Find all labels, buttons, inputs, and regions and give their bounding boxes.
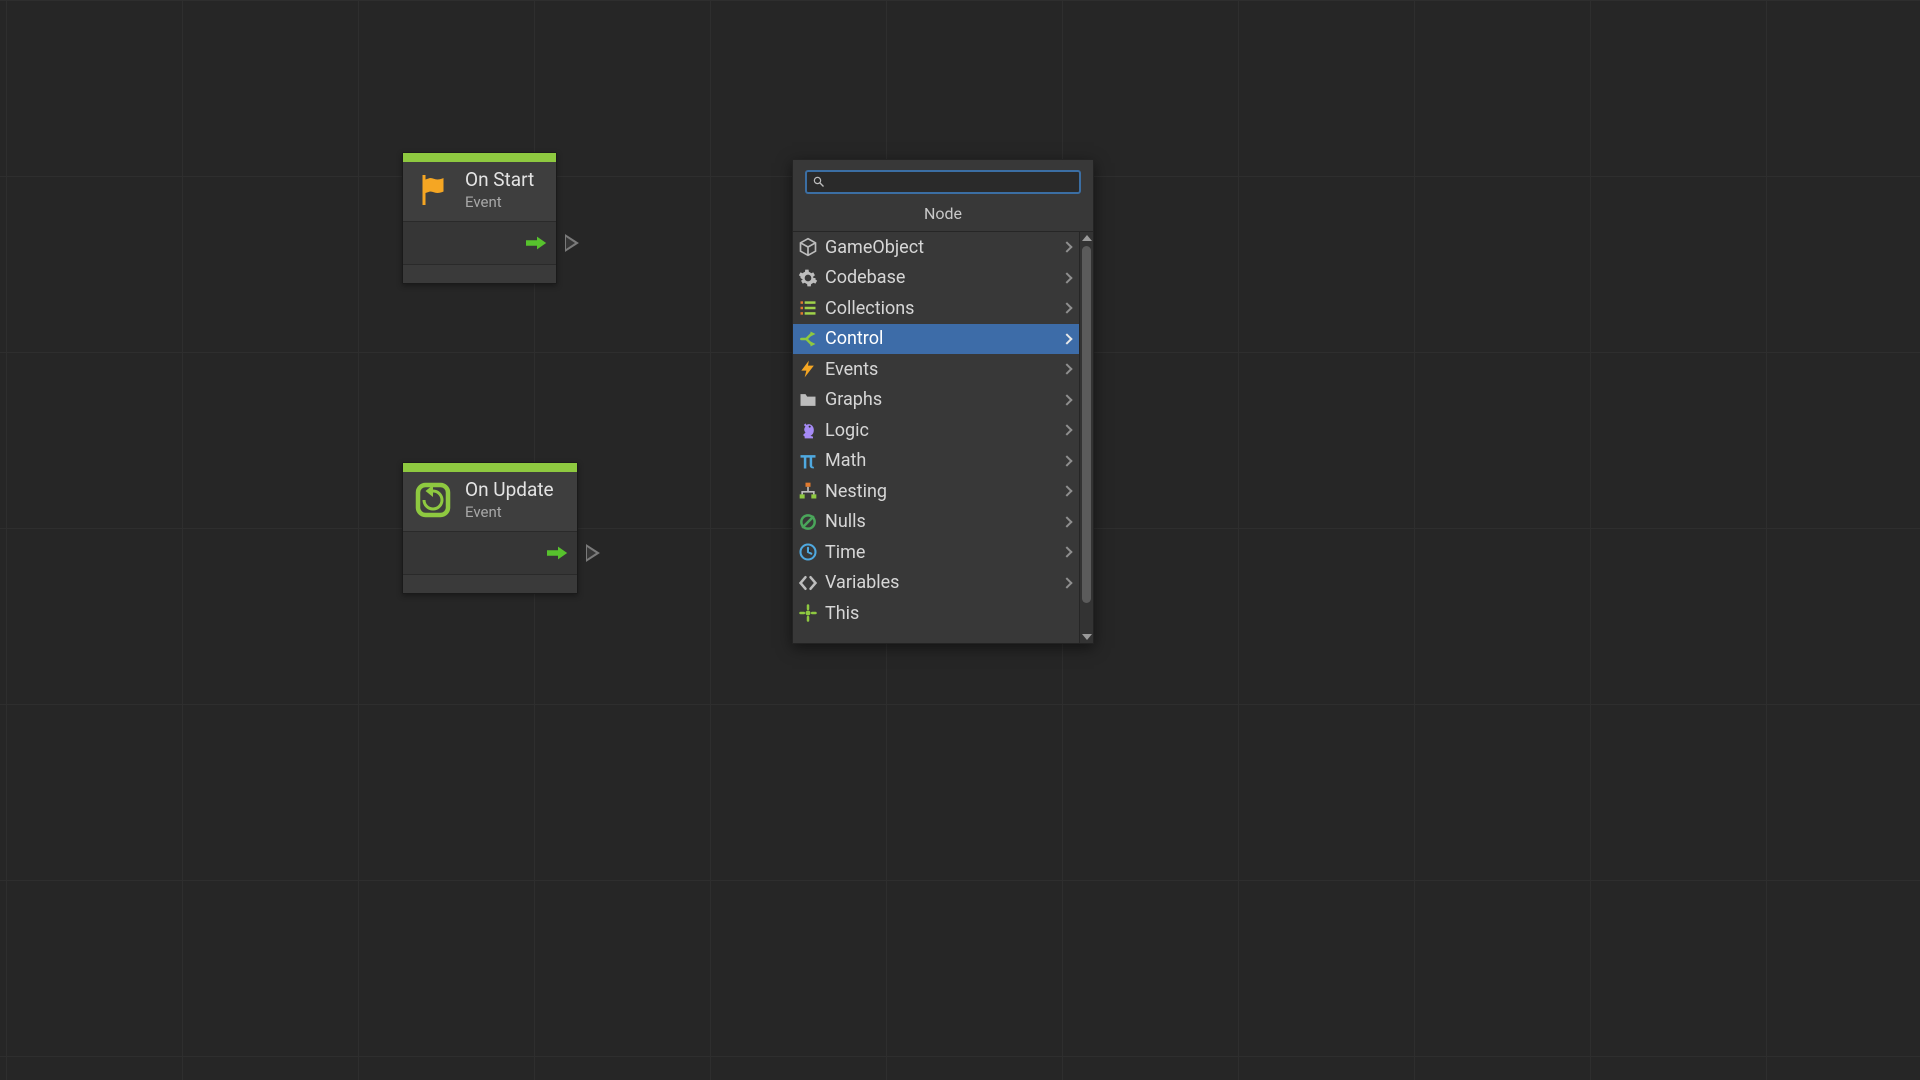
angle-brackets-icon bbox=[797, 572, 819, 594]
node-category-label: Math bbox=[825, 450, 1057, 471]
chevron-right-icon bbox=[1061, 242, 1072, 253]
graph-node-on-start[interactable]: On Start Event bbox=[402, 152, 557, 284]
node-category-label: Nulls bbox=[825, 511, 1057, 532]
node-search-scrollbar[interactable] bbox=[1079, 232, 1093, 643]
chevron-right-icon bbox=[1061, 516, 1072, 527]
chevron-right-icon bbox=[1061, 303, 1072, 314]
flag-icon bbox=[413, 170, 453, 210]
node-accent-bar bbox=[403, 463, 577, 472]
chevron-right-icon bbox=[1061, 425, 1072, 436]
node-header[interactable]: On Update Event bbox=[403, 472, 577, 532]
chevron-right-icon bbox=[1061, 486, 1072, 497]
node-category-nulls[interactable]: Nulls bbox=[793, 507, 1079, 538]
node-footer bbox=[403, 575, 577, 593]
search-icon bbox=[813, 173, 825, 192]
node-category-label: GameObject bbox=[825, 237, 1057, 258]
node-category-label: Logic bbox=[825, 420, 1057, 441]
scroll-thumb[interactable] bbox=[1082, 246, 1091, 603]
node-category-codebase[interactable]: Codebase bbox=[793, 263, 1079, 294]
node-subtitle: Event bbox=[465, 503, 554, 521]
list-icon bbox=[797, 297, 819, 319]
node-category-label: Events bbox=[825, 359, 1057, 380]
node-category-logic[interactable]: Logic bbox=[793, 415, 1079, 446]
chevron-right-icon bbox=[1061, 333, 1072, 344]
flow-out-arrow-icon bbox=[547, 546, 569, 560]
chevron-right-icon bbox=[1061, 547, 1072, 558]
node-accent-bar bbox=[403, 153, 556, 162]
node-category-label: Graphs bbox=[825, 389, 1057, 410]
node-category-label: Time bbox=[825, 542, 1057, 563]
node-title: On Start bbox=[465, 170, 534, 191]
graph-node-on-update[interactable]: On Update Event bbox=[402, 462, 578, 594]
node-category-label: Codebase bbox=[825, 267, 1057, 288]
node-header[interactable]: On Start Event bbox=[403, 162, 556, 222]
null-icon bbox=[797, 511, 819, 533]
chevron-right-icon bbox=[1061, 455, 1072, 466]
target-icon bbox=[797, 602, 819, 624]
chevron-right-icon bbox=[1061, 577, 1072, 588]
node-subtitle: Event bbox=[465, 193, 534, 211]
bolt-icon bbox=[797, 358, 819, 380]
chevron-right-icon bbox=[1061, 364, 1072, 375]
node-category-variables[interactable]: Variables bbox=[793, 568, 1079, 599]
node-search-tab: Node bbox=[805, 194, 1081, 223]
chevron-right-icon bbox=[1061, 394, 1072, 405]
node-body bbox=[403, 222, 556, 265]
node-body bbox=[403, 532, 577, 575]
org-icon bbox=[797, 480, 819, 502]
node-search-panel: Node GameObject Codebase Collections Contro… bbox=[792, 159, 1094, 644]
node-search-header: Node bbox=[793, 160, 1093, 232]
gear-icon bbox=[797, 267, 819, 289]
pi-icon bbox=[797, 450, 819, 472]
node-category-list: GameObject Codebase Collections Control Even… bbox=[793, 232, 1079, 643]
cube-icon bbox=[797, 236, 819, 258]
node-category-nesting[interactable]: Nesting bbox=[793, 476, 1079, 507]
node-category-graphs[interactable]: Graphs bbox=[793, 385, 1079, 416]
flow-output-port[interactable] bbox=[565, 234, 579, 252]
node-search-input[interactable] bbox=[831, 175, 1073, 190]
node-category-events[interactable]: Events bbox=[793, 354, 1079, 385]
node-footer bbox=[403, 265, 556, 283]
node-category-this[interactable]: This bbox=[793, 598, 1079, 629]
branch-icon bbox=[797, 328, 819, 350]
node-category-collections[interactable]: Collections bbox=[793, 293, 1079, 324]
flow-out-arrow-icon bbox=[526, 236, 548, 250]
node-category-label: Collections bbox=[825, 298, 1057, 319]
loop-icon bbox=[413, 480, 453, 520]
node-search-box[interactable] bbox=[805, 170, 1081, 194]
chevron-right-icon bbox=[1061, 272, 1072, 283]
node-category-control[interactable]: Control bbox=[793, 324, 1079, 355]
clock-icon bbox=[797, 541, 819, 563]
node-category-label: This bbox=[825, 603, 1071, 624]
node-category-label: Control bbox=[825, 328, 1057, 349]
chess-icon bbox=[797, 419, 819, 441]
node-category-math[interactable]: Math bbox=[793, 446, 1079, 477]
scroll-down-button[interactable] bbox=[1080, 631, 1093, 643]
node-category-label: Nesting bbox=[825, 481, 1057, 502]
node-title: On Update bbox=[465, 480, 554, 501]
node-category-label: Variables bbox=[825, 572, 1057, 593]
flow-output-port[interactable] bbox=[586, 544, 600, 562]
node-category-time[interactable]: Time bbox=[793, 537, 1079, 568]
node-category-gameobject[interactable]: GameObject bbox=[793, 232, 1079, 263]
scroll-up-button[interactable] bbox=[1080, 232, 1093, 244]
folder-icon bbox=[797, 389, 819, 411]
